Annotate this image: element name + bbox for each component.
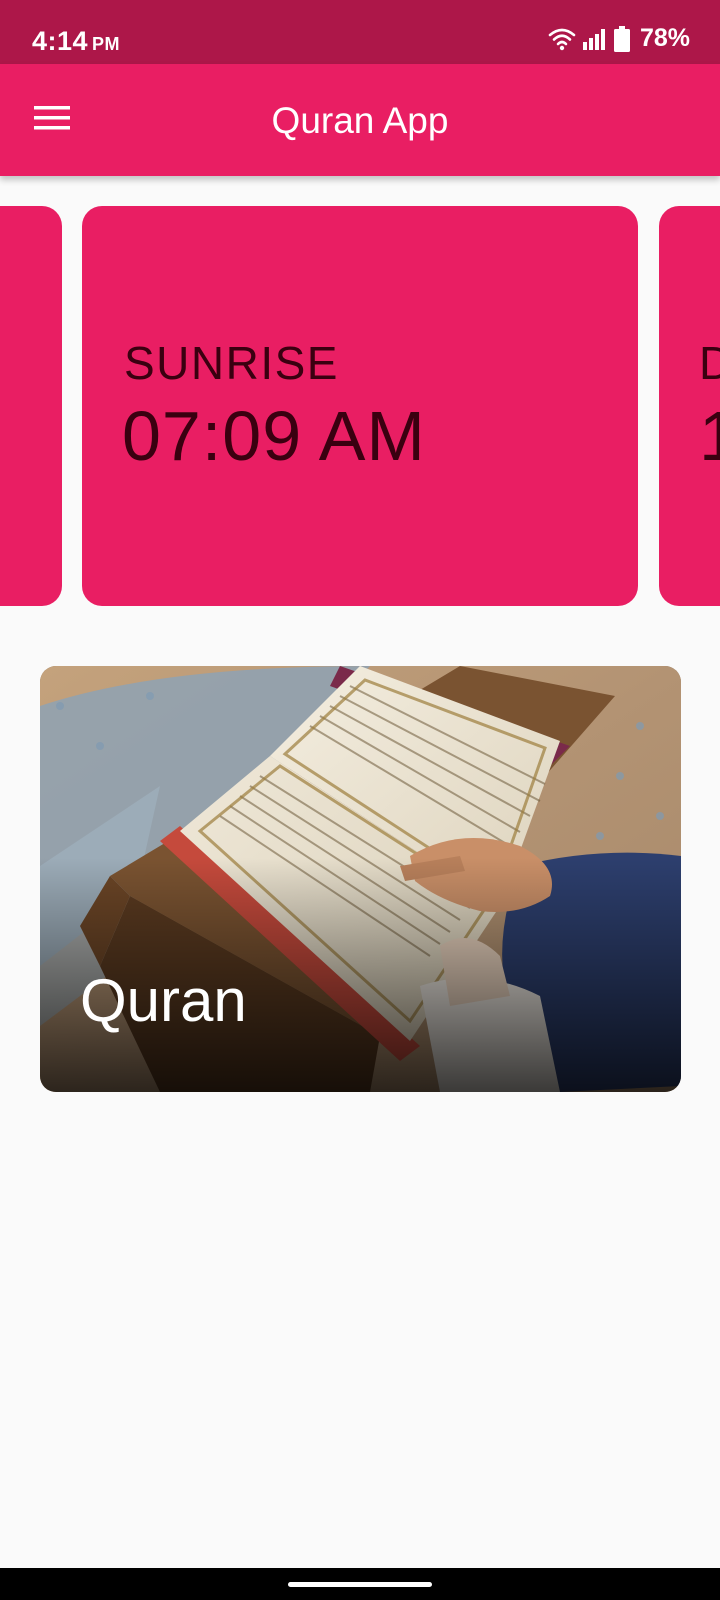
app-title: Quran App bbox=[271, 100, 449, 141]
status-bar: 4:14 PM 78% bbox=[0, 0, 720, 64]
prayer-times-carousel[interactable]: SUNRISE 07:09 AM D 1 bbox=[0, 176, 720, 636]
prayer-card-previous[interactable] bbox=[0, 206, 62, 606]
app-bar: Quran App bbox=[0, 64, 720, 176]
prayer-time: 07:09 AM bbox=[122, 397, 426, 475]
quran-feature-card[interactable]: Quran bbox=[40, 666, 681, 1092]
system-nav-bar bbox=[0, 1568, 720, 1600]
status-icons: 78% bbox=[548, 24, 690, 53]
prayer-name-next: D bbox=[699, 337, 720, 389]
status-time-value: 4:14 bbox=[32, 26, 89, 56]
prayer-card-next[interactable]: D 1 bbox=[659, 206, 720, 606]
feature-card-title: Quran bbox=[80, 967, 247, 1034]
wifi-icon bbox=[548, 27, 576, 51]
battery-percent: 78% bbox=[639, 24, 690, 52]
status-time-ampm: PM bbox=[92, 34, 121, 54]
signal-icon bbox=[582, 28, 608, 50]
prayer-name: SUNRISE bbox=[124, 337, 339, 389]
home-gesture-handle[interactable] bbox=[288, 1582, 432, 1587]
prayer-card-current[interactable]: SUNRISE 07:09 AM bbox=[82, 206, 638, 606]
battery-icon bbox=[613, 25, 630, 52]
prayer-time-next: 1 bbox=[699, 397, 720, 475]
status-time: 4:14 PM bbox=[32, 26, 120, 57]
